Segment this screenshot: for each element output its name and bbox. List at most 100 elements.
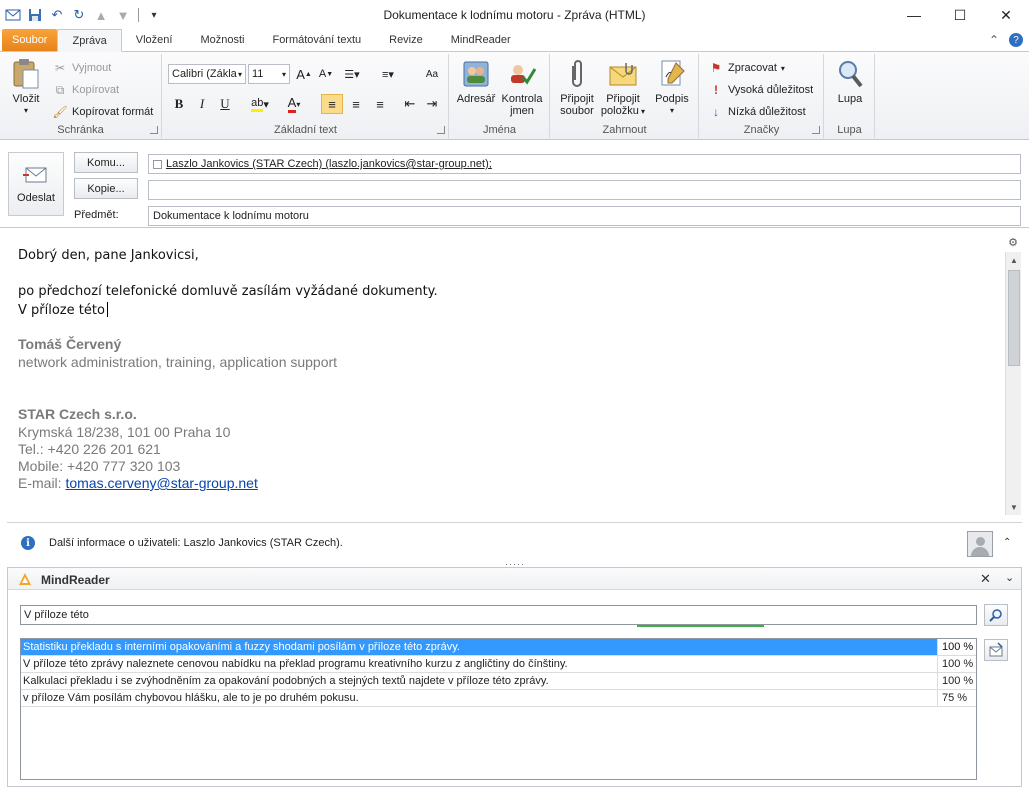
dialog-launcher-icon[interactable] bbox=[150, 126, 158, 134]
tab-mindreader[interactable]: MindReader bbox=[437, 29, 525, 51]
signature-email-line: E-mail: tomas.cerveny@star-group.net bbox=[18, 475, 258, 491]
copy-button[interactable]: ⧉ Kopírovat bbox=[52, 80, 119, 100]
tab-format-text[interactable]: Formátování textu bbox=[258, 29, 375, 51]
increase-indent-icon[interactable]: ⇥ bbox=[421, 94, 443, 114]
align-left-icon[interactable]: ≡ bbox=[321, 94, 343, 114]
maximize-icon[interactable]: ☐ bbox=[937, 0, 983, 30]
scroll-up-icon[interactable]: ▲ bbox=[1006, 252, 1022, 268]
close-icon[interactable]: ✕ bbox=[980, 571, 991, 587]
group-clipboard: Vložit ▾ ✂ Vyjmout ⧉ Kopírovat 🖌 Kopírov… bbox=[0, 54, 162, 138]
tab-insert[interactable]: Vložení bbox=[122, 29, 187, 51]
check-names-button[interactable]: Kontrola jmen bbox=[498, 58, 546, 117]
numbering-icon[interactable]: ≡▾ bbox=[377, 64, 399, 84]
bullets-icon[interactable]: ☰▾ bbox=[341, 64, 363, 84]
zoom-button[interactable]: Lupa bbox=[829, 58, 871, 105]
signature-name: Tomáš Červený bbox=[18, 336, 122, 352]
tab-options[interactable]: Možnosti bbox=[186, 29, 258, 51]
people-info-text: Další informace o uživateli: Laszlo Jank… bbox=[49, 537, 343, 549]
scissors-icon: ✂ bbox=[54, 61, 66, 75]
insert-result-button[interactable] bbox=[984, 639, 1008, 661]
subject-label: Předmět: bbox=[74, 209, 119, 221]
chevron-down-icon: ▾ bbox=[638, 107, 646, 116]
decrease-indent-icon[interactable]: ⇤ bbox=[399, 94, 421, 114]
pane-menu-icon[interactable]: ⌄ bbox=[1005, 571, 1014, 584]
send-envelope-icon bbox=[23, 165, 49, 188]
signature-mobile: Mobile: +420 777 320 103 bbox=[18, 458, 181, 474]
align-center-icon[interactable]: ≡ bbox=[345, 94, 367, 114]
dialog-launcher-icon[interactable] bbox=[437, 126, 445, 134]
low-importance-button[interactable]: ↓ Nízká důležitost bbox=[708, 102, 806, 122]
grow-font-icon[interactable]: A ▲ bbox=[293, 64, 315, 84]
to-field[interactable]: Laszlo Jankovics (STAR Czech) (laszlo.ja… bbox=[148, 154, 1021, 174]
search-icon bbox=[989, 609, 1002, 622]
arrow-down-icon[interactable]: ▼ bbox=[114, 6, 132, 24]
format-painter-button[interactable]: 🖌 Kopírovat formát bbox=[52, 102, 153, 122]
body-scrollbar[interactable]: ▲ ▼ bbox=[1005, 252, 1021, 515]
customize-qat-icon[interactable]: ▾ bbox=[145, 6, 163, 24]
send-button[interactable]: Odeslat bbox=[8, 152, 64, 216]
bold-button[interactable]: B bbox=[168, 94, 190, 114]
paste-button[interactable]: Vložit ▾ bbox=[6, 58, 46, 117]
recipient-chip[interactable]: Laszlo Jankovics (STAR Czech) (laszlo.ja… bbox=[166, 158, 492, 170]
signature-email-link[interactable]: tomas.cerveny@star-group.net bbox=[65, 475, 257, 491]
shrink-font-icon[interactable]: A ▼ bbox=[315, 64, 337, 84]
table-row[interactable]: Kalkulaci překladu i se zvýhodněním za o… bbox=[21, 673, 976, 690]
tab-file[interactable]: Soubor bbox=[2, 29, 58, 51]
chevron-down-icon: ▾ bbox=[23, 106, 28, 115]
scroll-thumb[interactable] bbox=[1008, 270, 1020, 366]
font-size-select[interactable]: 11 ▾ bbox=[248, 64, 290, 84]
body-options-icon[interactable]: ⚙ bbox=[1005, 234, 1021, 250]
group-basic-text: Calibri (Zákla ▾ 11 ▾ A ▲ A ▼ ☰▾ ≡▾ Aa B I U… bbox=[163, 54, 449, 138]
body-greeting: Dobrý den, pane Jankovicsi, bbox=[18, 248, 199, 263]
tab-message[interactable]: Zpráva bbox=[57, 29, 122, 52]
styles-icon[interactable]: Aa bbox=[421, 64, 443, 84]
recipient-checkbox[interactable] bbox=[153, 159, 162, 169]
to-button[interactable]: Komu... bbox=[74, 152, 138, 173]
result-score: 75 % bbox=[942, 692, 968, 704]
minimize-icon[interactable]: — bbox=[891, 0, 937, 30]
signature-button[interactable]: Podpis ▾ bbox=[649, 58, 695, 117]
insert-text-icon bbox=[989, 642, 1003, 657]
arrow-up-icon[interactable]: ▲ bbox=[92, 6, 110, 24]
subject-field[interactable]: Dokumentace k lodnímu motoru bbox=[148, 206, 1021, 226]
close-icon[interactable]: ✕ bbox=[983, 0, 1029, 30]
undo-icon[interactable]: ↶ bbox=[48, 6, 66, 24]
mindreader-logo-icon bbox=[19, 573, 31, 585]
font-color-icon[interactable]: A ▾ bbox=[279, 94, 309, 114]
message-body[interactable]: Dobrý den, pane Jankovicsi, po předchozí… bbox=[7, 230, 1005, 515]
table-row[interactable]: Statistiku překladu s interními opakován… bbox=[21, 639, 976, 656]
italic-button[interactable]: I bbox=[191, 94, 213, 114]
avatar[interactable] bbox=[967, 531, 993, 557]
table-row[interactable]: v příloze Vám posílám chybovou hlášku, a… bbox=[21, 690, 976, 707]
underline-button[interactable]: U bbox=[214, 94, 236, 114]
mindreader-search-input[interactable]: V příloze této bbox=[20, 605, 977, 625]
follow-up-button[interactable]: ⚑ Zpracovat ▾ bbox=[708, 58, 785, 78]
expand-people-pane-icon[interactable]: ⌃ bbox=[1003, 537, 1011, 548]
cc-field[interactable] bbox=[148, 180, 1021, 200]
redo-icon[interactable]: ↻ bbox=[70, 6, 88, 24]
outlook-app-icon[interactable] bbox=[4, 6, 22, 24]
dialog-launcher-icon[interactable] bbox=[812, 126, 820, 134]
signature-company: STAR Czech s.r.o. bbox=[18, 406, 137, 422]
help-icon[interactable]: ? bbox=[1009, 33, 1023, 47]
attach-item-button[interactable]: Připojit položku ▾ bbox=[599, 58, 647, 118]
tab-review[interactable]: Revize bbox=[375, 29, 437, 51]
result-text: Statistiku překladu s interními opakován… bbox=[21, 639, 938, 655]
scroll-down-icon[interactable]: ▼ bbox=[1006, 499, 1022, 515]
attach-file-button[interactable]: Připojit soubor bbox=[555, 58, 599, 117]
chevron-down-icon: ▾ bbox=[237, 69, 242, 79]
group-tags: ⚑ Zpracovat ▾ ! Vysoká důležitost ↓ Nízká… bbox=[700, 54, 824, 138]
result-score: 100 % bbox=[938, 639, 976, 655]
mindreader-search-button[interactable] bbox=[984, 604, 1008, 626]
high-importance-button[interactable]: ! Vysoká důležitost bbox=[708, 80, 813, 100]
cc-button[interactable]: Kopie... bbox=[74, 178, 138, 199]
brush-icon: 🖌 bbox=[52, 105, 68, 119]
address-book-button[interactable]: Adresář bbox=[454, 58, 498, 105]
font-family-select[interactable]: Calibri (Zákla ▾ bbox=[168, 64, 246, 84]
table-row[interactable]: V příloze této zprávy naleznete cenovou … bbox=[21, 656, 976, 673]
highlight-icon[interactable]: ab ▾ bbox=[245, 94, 275, 114]
collapse-ribbon-icon[interactable]: ⌃ bbox=[989, 33, 999, 47]
align-right-icon[interactable]: ≡ bbox=[369, 94, 391, 114]
cut-button[interactable]: ✂ Vyjmout bbox=[52, 58, 111, 78]
save-icon[interactable] bbox=[26, 6, 44, 24]
